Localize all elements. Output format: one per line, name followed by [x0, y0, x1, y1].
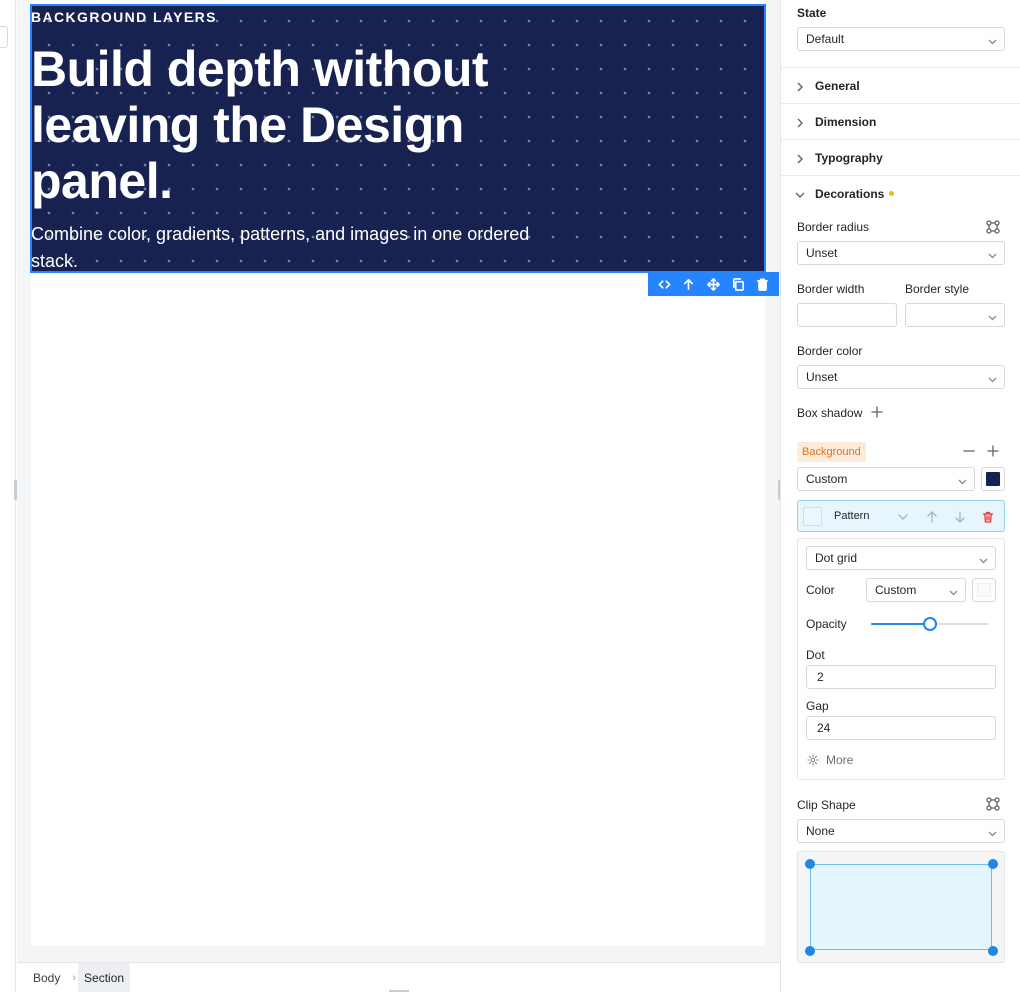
- clip-shape-preview: [797, 851, 1005, 963]
- breadcrumb-section[interactable]: Section: [78, 963, 131, 992]
- element-toolbar: [648, 272, 779, 296]
- section-decorations-label: Decorations: [815, 186, 885, 201]
- border-style-select[interactable]: [905, 303, 1005, 327]
- pattern-type-select[interactable]: Dot grid: [806, 546, 996, 570]
- opacity-label: Opacity: [806, 617, 847, 631]
- duplicate-icon[interactable]: [729, 275, 747, 293]
- chevron-down-icon: [979, 554, 988, 564]
- pattern-type-value: Dot grid: [815, 551, 858, 565]
- arrow-up-icon[interactable]: [680, 275, 698, 293]
- section-dimension[interactable]: Dimension: [781, 103, 1020, 139]
- clip-shape-rect[interactable]: [810, 864, 992, 950]
- chevron-right-icon: [795, 117, 805, 127]
- box-shadow-label: Box shadow: [797, 406, 863, 420]
- design-panel: State Default General Dimension Typograp…: [780, 0, 1020, 992]
- remove-background-icon[interactable]: [962, 444, 976, 458]
- opacity-slider-knob[interactable]: [923, 617, 937, 631]
- clip-handle-top-right[interactable]: [988, 859, 998, 869]
- background-mode-value: Custom: [806, 472, 848, 486]
- breadcrumb-body[interactable]: Body: [17, 963, 70, 992]
- clip-handle-top-left[interactable]: [805, 859, 815, 869]
- state-select[interactable]: Default: [797, 27, 1005, 51]
- chevron-down-icon: [949, 586, 958, 596]
- background-mode-select[interactable]: Custom: [797, 467, 975, 491]
- layer-name: Pattern: [834, 510, 870, 522]
- state-value: Default: [806, 32, 845, 46]
- pattern-color-select[interactable]: Custom: [866, 578, 966, 602]
- clip-shape-select[interactable]: None: [797, 819, 1005, 843]
- modified-dot-badge: [889, 191, 895, 196]
- clip-handle-bottom-right[interactable]: [988, 946, 998, 956]
- move-icon[interactable]: [704, 275, 722, 293]
- section-general-label: General: [815, 78, 860, 93]
- add-box-shadow-icon[interactable]: [870, 405, 884, 419]
- gap-size-input[interactable]: 24: [806, 716, 996, 740]
- chevron-down-icon: [988, 311, 997, 321]
- chevron-down-icon: [988, 35, 997, 45]
- background-layer-pattern[interactable]: Pattern: [797, 500, 1005, 532]
- border-color-label: Border color: [797, 344, 863, 358]
- section-decorations[interactable]: Decorations: [781, 175, 1020, 211]
- gear-icon: [807, 753, 819, 766]
- chevron-down-icon: [988, 373, 997, 383]
- chevron-down-icon: [988, 249, 997, 259]
- hero-title: Build depth without leaving the Design p…: [31, 41, 489, 209]
- border-radius-label: Border radius: [797, 220, 870, 234]
- hero-eyebrow: BACKGROUND LAYERS: [31, 9, 217, 25]
- pattern-color-value: Custom: [875, 583, 917, 597]
- section-dimension-label: Dimension: [815, 114, 877, 129]
- section-typography-label: Typography: [815, 150, 883, 165]
- chevron-right-icon: [795, 153, 805, 163]
- border-color-value: Unset: [806, 370, 838, 384]
- gap-label: Gap: [806, 699, 829, 713]
- design-canvas: BACKGROUND LAYERS Build depth without le…: [17, 0, 780, 962]
- border-radius-value: Unset: [806, 246, 838, 260]
- add-background-layer-icon[interactable]: [986, 444, 1000, 458]
- corners-link-icon[interactable]: [986, 797, 1000, 811]
- pattern-settings: [797, 538, 1005, 780]
- delete-layer-icon[interactable]: [982, 510, 994, 523]
- breadcrumb-separator-icon: ›: [72, 971, 77, 984]
- trash-icon[interactable]: [754, 275, 772, 293]
- canvas-page: BACKGROUND LAYERS Build depth without le…: [30, 0, 779, 946]
- clip-handle-bottom-left[interactable]: [805, 946, 815, 956]
- code-icon[interactable]: [655, 275, 673, 293]
- border-color-select[interactable]: Unset: [797, 365, 1005, 389]
- section-general[interactable]: General: [781, 67, 1020, 103]
- move-layer-up-icon[interactable]: [926, 510, 938, 523]
- pattern-color-swatch[interactable]: [972, 578, 996, 602]
- border-style-label: Border style: [905, 282, 970, 296]
- background-color-fill: [986, 472, 1000, 486]
- state-label: State: [797, 6, 827, 20]
- chevron-down-icon: [988, 827, 997, 837]
- clip-shape-value: None: [806, 824, 835, 838]
- hero-section[interactable]: BACKGROUND LAYERS Build depth without le…: [30, 4, 766, 273]
- pattern-color-label: Color: [806, 583, 835, 597]
- dot-size-input[interactable]: 2: [806, 665, 996, 689]
- chevron-down-icon: [958, 475, 967, 485]
- corners-link-icon[interactable]: [986, 220, 1000, 234]
- chevron-right-icon: [795, 81, 805, 91]
- pattern-color-fill: [977, 583, 991, 597]
- border-radius-select[interactable]: Unset: [797, 241, 1005, 265]
- border-width-input[interactable]: [797, 303, 897, 327]
- chevron-down-icon[interactable]: [897, 510, 909, 522]
- border-width-label: Border width: [797, 282, 865, 296]
- hero-subtitle: Combine color, gradients, patterns, and …: [31, 224, 530, 271]
- background-color-swatch[interactable]: [981, 467, 1005, 491]
- layer-thumbnail: [803, 507, 822, 526]
- section-typography[interactable]: Typography: [781, 139, 1020, 175]
- breadcrumb: Body › Section: [17, 962, 780, 992]
- move-layer-down-icon[interactable]: [954, 510, 966, 523]
- opacity-slider-fill: [871, 623, 930, 625]
- more-options-link[interactable]: More: [826, 753, 853, 767]
- chevron-down-icon: [795, 189, 805, 199]
- left-panel-input-stub[interactable]: [0, 26, 8, 48]
- opacity-slider[interactable]: [871, 617, 989, 631]
- clip-shape-label: Clip Shape: [797, 798, 856, 812]
- dot-label: Dot: [806, 648, 825, 662]
- background-label: Background: [797, 442, 866, 462]
